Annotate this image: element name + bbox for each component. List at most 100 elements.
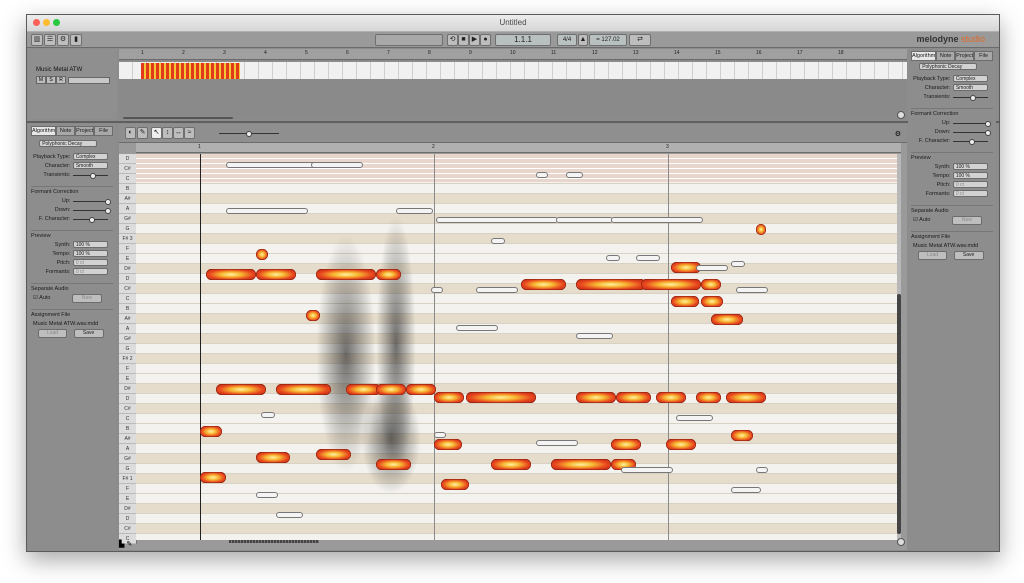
inactive-note[interactable] [436,217,558,223]
note-blob[interactable] [611,439,641,450]
note-blob[interactable] [276,384,331,395]
formant-up-slider[interactable] [952,121,991,127]
note-blob[interactable] [726,392,766,403]
main-tool-icon[interactable]: ↖ [151,127,162,139]
save-button[interactable]: Save [953,251,984,260]
piano-key[interactable]: C# [119,524,136,534]
loop-button[interactable]: ⟲ [447,34,458,46]
inactive-note[interactable] [226,208,308,214]
note-blob[interactable] [711,314,743,325]
note-blob[interactable] [376,459,411,470]
play-button[interactable]: ▶ [469,34,480,46]
piano-key[interactable]: E [119,494,136,504]
tab-algorithm[interactable]: Algorithm [911,51,937,61]
tempo-field[interactable]: 100 % [952,172,989,179]
note-blob[interactable] [376,269,401,280]
note-blob[interactable] [256,249,268,260]
note-assign-icon[interactable]: ✎ [137,127,148,139]
note-blob[interactable] [306,310,320,321]
formant-down-slider[interactable] [952,130,991,136]
piano-key[interactable]: G# [119,334,136,344]
inactive-note[interactable] [456,325,498,331]
note-blob[interactable] [434,392,464,403]
inactive-note[interactable] [696,265,728,271]
auto-checkbox[interactable]: ☑ Auto [913,217,930,223]
pitch-grid[interactable] [136,154,897,540]
note-blob[interactable] [491,459,531,470]
inactive-note[interactable] [311,162,363,168]
note-blob[interactable] [434,439,462,450]
metronome-icon[interactable]: ▲ [578,34,588,46]
inactive-note[interactable] [606,255,620,261]
inactive-note[interactable] [576,333,613,339]
note-blob[interactable] [616,392,651,403]
note-blob[interactable] [576,392,616,403]
piano-key[interactable]: C [119,294,136,304]
note-blob[interactable] [666,439,696,450]
note-blob[interactable] [256,269,296,280]
horizontal-scrollbar[interactable] [229,540,319,543]
tab-algorithm[interactable]: Algorithm [31,126,57,136]
meter-icon[interactable]: ▮ [70,34,82,46]
layout-icon[interactable]: ▥ [31,34,43,46]
algorithm-select[interactable]: Polyphonic Decay [39,140,97,147]
separate-now-button[interactable]: Now [952,216,982,225]
piano-key[interactable]: A# [119,434,136,444]
piano-key[interactable]: F [119,244,136,254]
note-blob[interactable] [576,279,646,290]
note-blob[interactable] [316,449,351,460]
position-display[interactable]: 1.1.1 [495,34,551,46]
formants-field[interactable]: 0 ct [952,190,989,197]
piano-key[interactable]: G# [119,454,136,464]
pane-divider[interactable] [27,121,999,123]
piano-key[interactable]: C# [119,164,136,174]
note-blob[interactable] [656,392,686,403]
note-blob[interactable] [551,459,611,470]
inactive-note[interactable] [536,172,548,178]
note-blob[interactable] [521,279,566,290]
inactive-note[interactable] [636,255,660,261]
track-overview[interactable]: 1 2 3 4 5 6 7 8 9 10 11 12 13 14 15 16 17 18 [119,49,907,119]
load-button[interactable]: Load [37,329,68,338]
formant-down-slider[interactable] [72,208,111,214]
piano-key[interactable]: D [119,274,136,284]
tab-file[interactable]: File [94,126,114,136]
overview-zoom-icon[interactable] [897,111,905,119]
piano-key[interactable]: A [119,204,136,214]
transients-slider[interactable] [72,173,109,179]
piano-key[interactable]: F [119,484,136,494]
note-blob[interactable] [466,392,536,403]
inactive-note[interactable] [731,487,761,493]
piano-key[interactable]: B [119,424,136,434]
editor-view-icon[interactable]: ☰ [44,34,56,46]
note-blob[interactable] [701,296,723,307]
piano-key[interactable]: D# [119,504,136,514]
vertical-scrollbar[interactable] [897,154,901,540]
inactive-note[interactable] [536,440,578,446]
amplitude-tool-icon[interactable]: ≈ [184,127,195,139]
inactive-note[interactable] [491,238,505,244]
piano-key[interactable]: G# [119,214,136,224]
playback-type-select[interactable]: Complex [72,153,109,160]
note-blob[interactable] [731,430,753,441]
inactive-note[interactable] [556,217,613,223]
piano-key[interactable]: E [119,254,136,264]
inactive-note[interactable] [611,217,703,223]
time-tool-icon[interactable]: ↔ [173,127,184,139]
fcharacter-slider[interactable] [952,139,989,145]
inactive-note[interactable] [261,412,275,418]
pitch-field[interactable]: 0 ct [952,181,989,188]
inactive-note[interactable] [396,208,433,214]
editor-settings-icon[interactable]: ⚙ [895,130,901,138]
note-blob[interactable] [216,384,266,395]
piano-key[interactable]: G [119,224,136,234]
transport-slider[interactable] [375,34,443,46]
piano-key[interactable]: A [119,324,136,334]
inactive-note[interactable] [621,467,673,473]
note-blob[interactable] [206,269,256,280]
inactive-note[interactable] [756,467,768,473]
note-blob[interactable] [756,224,766,235]
piano-key[interactable]: D [119,154,136,164]
piano-key[interactable]: C# [119,284,136,294]
note-blob[interactable] [701,279,721,290]
